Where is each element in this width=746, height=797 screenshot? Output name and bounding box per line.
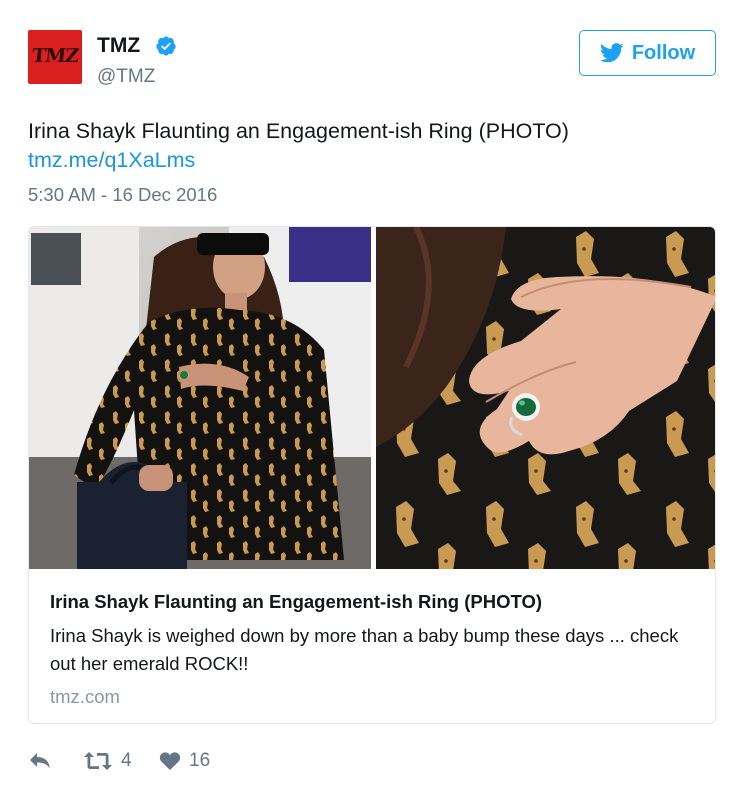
retweet-icon: [84, 752, 112, 770]
retweet-count: 4: [121, 750, 132, 771]
account-handle[interactable]: @TMZ: [97, 66, 155, 88]
verified-badge-icon: [156, 36, 176, 56]
tmz-avatar[interactable]: TMZ: [28, 30, 82, 84]
embedded-tweet: TMZ TMZ @TMZ Follow Irina Shayk Flauntin…: [0, 0, 746, 797]
card-domain: tmz.com: [50, 686, 120, 707]
account-name[interactable]: TMZ: [97, 34, 140, 58]
like-count: 16: [189, 750, 211, 771]
tweet-link[interactable]: tmz.me/q1XaLms: [28, 146, 195, 174]
like-button[interactable]: 16: [159, 746, 210, 776]
heart-icon: [159, 752, 181, 770]
woman-in-leopard-print-dress-photo: [29, 227, 371, 569]
tweet-timestamp[interactable]: 5:30 AM - 16 Dec 2016: [28, 183, 217, 207]
reply-button[interactable]: [28, 746, 52, 776]
avatar-logo-text: TMZ: [30, 45, 80, 67]
twitter-bird-icon: [599, 43, 624, 63]
follow-button[interactable]: Follow: [579, 30, 716, 76]
card-text-area[interactable]: Irina Shayk Flaunting an Engagement-ish …: [29, 569, 715, 723]
card-description: Irina Shayk is weighed down by more than…: [50, 625, 679, 674]
hand-with-emerald-ring-photo: [376, 227, 715, 569]
card-title: Irina Shayk Flaunting an Engagement-ish …: [50, 591, 543, 612]
follow-button-label: Follow: [631, 41, 696, 64]
tweet-text: Irina Shayk Flaunting an Engagement-ish …: [28, 119, 569, 143]
reply-icon: [30, 753, 50, 768]
link-preview-card[interactable]: Irina Shayk Flaunting an Engagement-ish …: [28, 226, 716, 724]
card-images[interactable]: [29, 227, 715, 569]
retweet-button[interactable]: 4: [83, 746, 132, 776]
